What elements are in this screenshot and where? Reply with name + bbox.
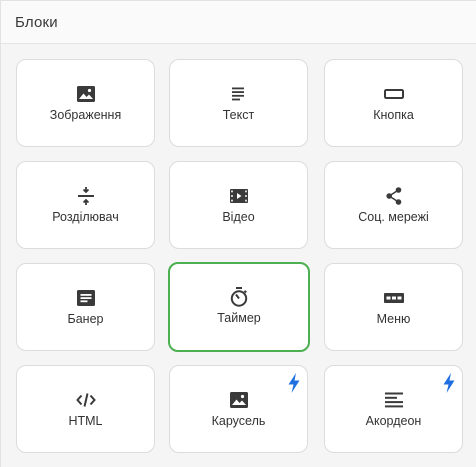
block-tile-label: Карусель (211, 414, 266, 428)
code-icon (75, 390, 96, 410)
block-tile-label: Соц. мережі (358, 210, 429, 224)
block-tile-social[interactable]: Соц. мережі (324, 161, 463, 249)
share-icon (384, 186, 404, 206)
block-tile-label: Акордеон (365, 414, 422, 428)
block-tile-label: Розділювач (52, 210, 119, 224)
block-tile-label: Текст (222, 108, 255, 122)
block-tile-menu[interactable]: Меню (324, 263, 463, 351)
lightning-icon (442, 373, 456, 393)
image-icon (76, 84, 96, 104)
block-tile-label: Меню (376, 312, 411, 326)
accordion-icon (384, 390, 404, 410)
block-tile-label: HTML (68, 414, 103, 428)
block-tile-timer[interactable]: Таймер (168, 262, 310, 352)
text-lines-icon (229, 84, 249, 104)
lightning-icon (287, 373, 301, 393)
block-tile-label: Кнопка (373, 108, 414, 122)
blocks-panel: Блоки Зображення Текст Кнопка Розділювач… (0, 0, 476, 467)
carousel-icon (229, 390, 249, 410)
block-tile-accordion[interactable]: Акордеон (324, 365, 463, 453)
block-tile-text[interactable]: Текст (169, 59, 308, 147)
timer-icon (229, 287, 249, 307)
banner-icon (76, 288, 96, 308)
panel-title: Блоки (15, 14, 58, 31)
block-tile-divider[interactable]: Розділювач (16, 161, 155, 249)
block-tile-button[interactable]: Кнопка (324, 59, 463, 147)
divider-icon (76, 186, 96, 206)
block-tile-image[interactable]: Зображення (16, 59, 155, 147)
block-tile-html[interactable]: HTML (16, 365, 155, 453)
menu-icon (383, 288, 404, 308)
block-tile-label: Відео (222, 210, 255, 224)
block-tile-label: Банер (67, 312, 104, 326)
block-tile-carousel[interactable]: Карусель (169, 365, 308, 453)
button-rectangle-icon (383, 84, 404, 104)
block-tile-label: Зображення (49, 108, 122, 122)
block-tile-label: Таймер (217, 311, 261, 325)
panel-header: Блоки (1, 1, 476, 44)
video-icon (229, 186, 249, 206)
block-tile-banner[interactable]: Банер (16, 263, 155, 351)
block-tile-video[interactable]: Відео (169, 161, 308, 249)
